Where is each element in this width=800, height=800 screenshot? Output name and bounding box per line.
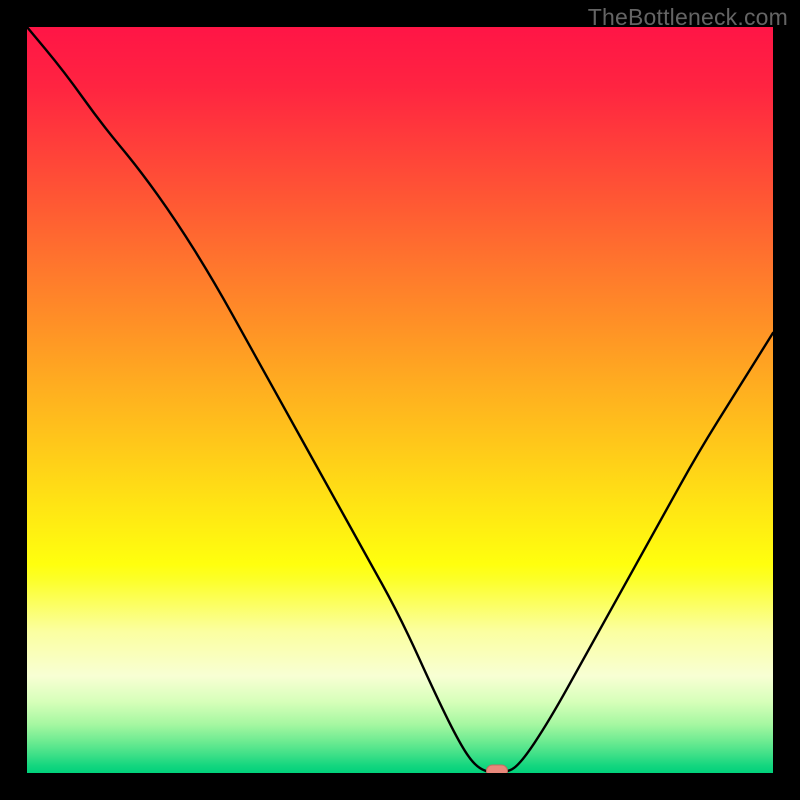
plot-area [27,27,773,773]
gradient-background [27,27,773,773]
chart-frame: TheBottleneck.com [0,0,800,800]
plot-svg [27,27,773,773]
watermark-text: TheBottleneck.com [588,4,788,31]
optimal-marker [486,765,507,773]
